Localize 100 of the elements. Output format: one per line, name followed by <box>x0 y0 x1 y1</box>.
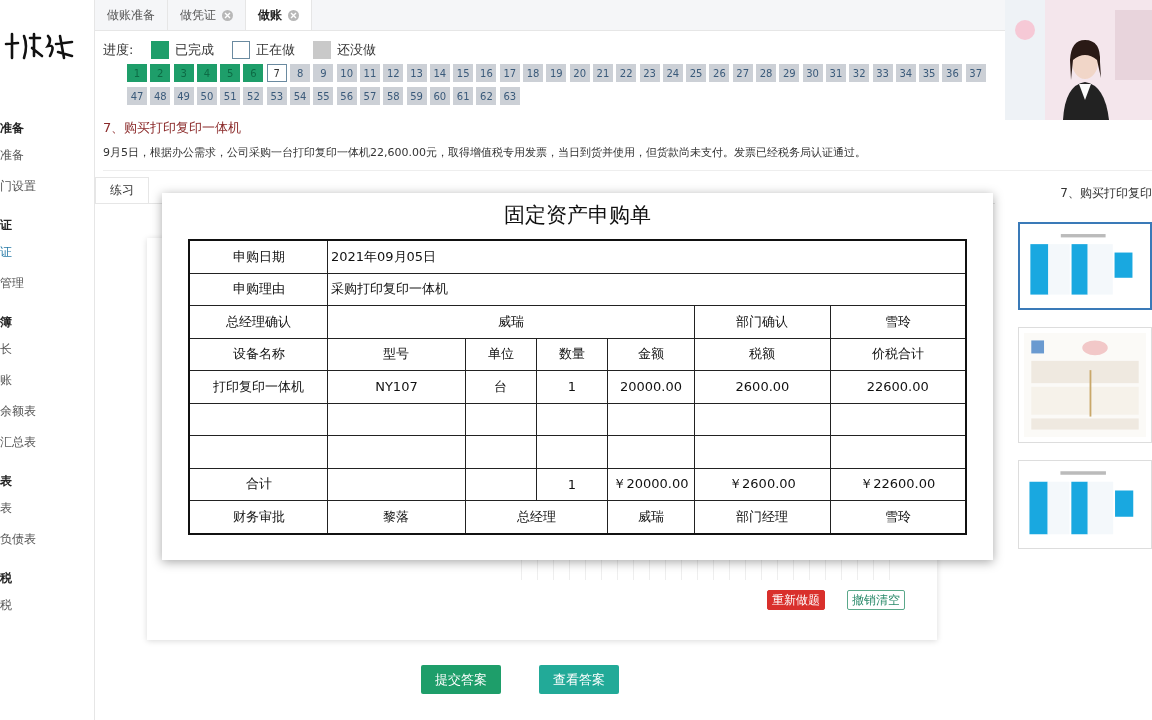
question-number[interactable]: 34 <box>895 64 916 82</box>
table-cell: 打印复印一体机 <box>189 370 328 403</box>
question-number[interactable]: 23 <box>639 64 660 82</box>
question-number[interactable]: 22 <box>616 64 637 82</box>
question-number[interactable]: 27 <box>732 64 753 82</box>
question-number[interactable]: 30 <box>802 64 823 82</box>
question-number[interactable]: 7 <box>266 64 287 82</box>
question-number[interactable]: 55 <box>313 87 334 105</box>
question-number[interactable]: 63 <box>499 87 520 105</box>
table-cell: 型号 <box>327 338 466 371</box>
action-button[interactable]: 撤销清空 <box>847 590 905 610</box>
sidebar-group-title: 表 <box>0 473 13 490</box>
question-number[interactable]: 62 <box>476 87 497 105</box>
question-number[interactable]: 51 <box>220 87 241 105</box>
table-cell: 数量 <box>536 338 608 371</box>
question-number[interactable]: 52 <box>243 87 264 105</box>
sidebar-item[interactable]: 表 <box>0 500 94 517</box>
question-number[interactable]: 8 <box>290 64 311 82</box>
legend-swatch <box>232 41 251 59</box>
sidebar-item[interactable]: 账 <box>0 372 94 389</box>
question-number[interactable]: 10 <box>336 64 357 82</box>
tab-label: 做账准备 <box>107 6 155 24</box>
close-icon[interactable] <box>288 9 299 21</box>
sidebar-item[interactable]: 证 <box>0 244 94 261</box>
question-number[interactable]: 50 <box>196 87 217 105</box>
tab[interactable]: 做账 <box>246 0 312 30</box>
sidebar-group-title: 证 <box>0 217 13 234</box>
tab[interactable]: 练习 <box>95 177 149 203</box>
calligraphy-logo-icon <box>4 30 74 60</box>
question-number[interactable]: 9 <box>313 64 334 82</box>
answer-button[interactable]: 提交答案 <box>421 665 501 694</box>
question-number[interactable]: 47 <box>127 87 147 105</box>
sidebar-item[interactable]: 余额表 <box>0 403 94 420</box>
sidebar-item[interactable]: 税 <box>0 597 94 614</box>
question-number[interactable]: 17 <box>499 64 520 82</box>
table-cell: 申购理由 <box>189 273 328 306</box>
question-number[interactable]: 53 <box>266 87 287 105</box>
question-number[interactable]: 26 <box>709 64 730 82</box>
legend-label: 还没做 <box>337 41 377 59</box>
table-cell: 总经理确认 <box>189 305 328 338</box>
tab[interactable]: 做账准备 <box>95 0 168 30</box>
table-cell: 税额 <box>694 338 831 371</box>
table-cell <box>465 435 537 468</box>
question-number[interactable]: 19 <box>546 64 567 82</box>
question-number[interactable]: 60 <box>429 87 450 105</box>
question-number[interactable]: 20 <box>569 64 590 82</box>
tab-label: 做凭证 <box>180 6 216 24</box>
question-number[interactable]: 48 <box>150 87 171 105</box>
table-cell: 部门确认 <box>694 305 831 338</box>
close-icon[interactable] <box>222 9 233 21</box>
question-number[interactable]: 18 <box>523 64 544 82</box>
table-cell: 1 <box>536 468 608 501</box>
question-number[interactable]: 56 <box>336 87 357 105</box>
progress-label: 进度: <box>103 41 134 59</box>
question-number[interactable]: 14 <box>429 64 450 82</box>
table-cell: 合计 <box>189 468 328 501</box>
question-number[interactable]: 35 <box>919 64 940 82</box>
sidebar-item[interactable]: 准备 <box>0 147 94 164</box>
question-number[interactable]: 49 <box>173 87 194 105</box>
question-number[interactable]: 21 <box>592 64 613 82</box>
table-cell <box>465 468 537 501</box>
question-number[interactable]: 25 <box>686 64 707 82</box>
question-number[interactable]: 58 <box>383 87 404 105</box>
table-cell: 设备名称 <box>189 338 328 371</box>
question-number[interactable]: 36 <box>942 64 963 82</box>
action-button[interactable]: 重新做题 <box>767 590 825 610</box>
attachments-title: 7、购买打印复印 <box>1060 185 1152 202</box>
question-number[interactable]: 16 <box>476 64 497 82</box>
sidebar-item[interactable]: 长 <box>0 341 94 358</box>
table-cell: 申购日期 <box>189 240 328 273</box>
table-cell: 20000.00 <box>607 370 695 403</box>
question-number[interactable]: 15 <box>453 64 474 82</box>
question-number[interactable]: 33 <box>872 64 893 82</box>
table-cell <box>465 403 537 436</box>
question-number[interactable]: 11 <box>359 64 380 82</box>
question-number[interactable]: 24 <box>662 64 683 82</box>
question-number[interactable]: 13 <box>406 64 427 82</box>
legend-label: 已完成 <box>175 41 215 59</box>
question-number[interactable]: 31 <box>825 64 846 82</box>
document-title: 固定资产申购单 <box>504 202 651 229</box>
table-cell: 台 <box>465 370 537 403</box>
question-number[interactable]: 54 <box>290 87 311 105</box>
question-number[interactable]: 37 <box>965 64 986 82</box>
sidebar-item[interactable]: 负债表 <box>0 531 94 548</box>
question-number[interactable]: 59 <box>406 87 427 105</box>
attachment-thumbnail[interactable] <box>1018 222 1152 310</box>
question-number[interactable]: 12 <box>383 64 404 82</box>
sidebar-item[interactable]: 门设置 <box>0 178 94 195</box>
question-number[interactable]: 32 <box>849 64 870 82</box>
sidebar-item[interactable]: 汇总表 <box>0 434 94 451</box>
legend-swatch <box>151 41 170 59</box>
question-number[interactable]: 61 <box>453 87 474 105</box>
question-number[interactable]: 57 <box>359 87 380 105</box>
answer-button[interactable]: 查看答案 <box>539 665 619 694</box>
sidebar-item[interactable]: 管理 <box>0 275 94 292</box>
question-number[interactable]: 28 <box>756 64 776 82</box>
sidebar-group-title: 准备 <box>0 120 25 137</box>
table-cell <box>536 403 608 436</box>
table-cell: 金额 <box>607 338 695 371</box>
question-number[interactable]: 29 <box>779 64 800 82</box>
